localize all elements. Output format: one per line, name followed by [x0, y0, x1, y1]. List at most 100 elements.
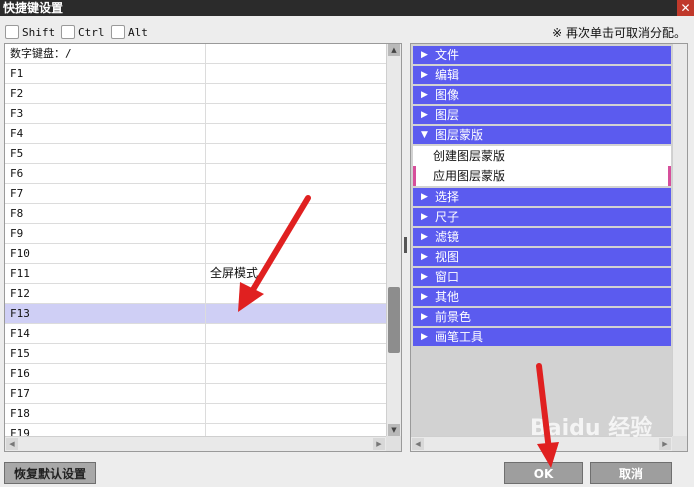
table-row[interactable]: F18 — [5, 404, 386, 424]
table-row[interactable]: F4 — [5, 124, 386, 144]
table-row[interactable]: F19 — [5, 424, 386, 436]
ctrl-label: Ctrl — [78, 25, 105, 39]
triangle-right-icon[interactable]: ▶ — [421, 288, 428, 306]
key-cell: F6 — [5, 164, 206, 183]
category-8[interactable]: ▶ 视图 — [413, 248, 671, 266]
category-12[interactable]: ▶ 画笔工具 — [413, 328, 671, 346]
category-0[interactable]: ▶ 文件 — [413, 46, 671, 64]
category-5[interactable]: ▶ 选择 — [413, 188, 671, 206]
triangle-right-icon[interactable]: ▶ — [421, 308, 428, 326]
key-cell: F11 — [5, 264, 206, 283]
tree-vscrollbar[interactable] — [672, 44, 687, 436]
triangle-right-icon[interactable]: ▶ — [421, 328, 428, 346]
table-row[interactable]: F11 全屏模式 — [5, 264, 386, 284]
table-row[interactable]: F5 — [5, 144, 386, 164]
category-7[interactable]: ▶ 滤镜 — [413, 228, 671, 246]
list-item-label: 创建图层蒙版 — [433, 149, 506, 163]
triangle-right-icon[interactable]: ▶ — [421, 248, 428, 266]
function-tree-panel: ▶ 文件 ▶ 编辑 ▶ 图像 ▶ 图层 ▼ 图层蒙版 创建图层蒙版 应用图层蒙版 ▶ 选择 ▶ 尺子 ▶ 滤镜 ▶ 视… — [410, 43, 688, 452]
shift-label: Shift — [22, 25, 56, 39]
category-label: 尺子 — [435, 210, 460, 224]
key-cell: F16 — [5, 364, 206, 383]
category-label: 选择 — [435, 190, 460, 204]
category-label: 图层 — [435, 108, 460, 122]
category-4[interactable]: ▼ 图层蒙版 — [413, 126, 671, 144]
checkbox-box[interactable] — [5, 25, 19, 39]
list-item[interactable]: 应用图层蒙版 — [413, 166, 671, 186]
triangle-right-icon[interactable]: ▶ — [421, 86, 428, 104]
function-tree: ▶ 文件 ▶ 编辑 ▶ 图像 ▶ 图层 ▼ 图层蒙版 创建图层蒙版 应用图层蒙版 ▶ 选择 ▶ 尺子 ▶ 滤镜 ▶ 视… — [411, 46, 687, 346]
key-cell: F15 — [5, 344, 206, 363]
table-row[interactable]: F15 — [5, 344, 386, 364]
table-row[interactable]: F16 — [5, 364, 386, 384]
category-label: 文件 — [435, 48, 460, 62]
key-cell: F10 — [5, 244, 206, 263]
triangle-right-icon[interactable]: ▶ — [421, 188, 428, 206]
function-cell: 全屏模式 — [210, 266, 259, 280]
category-label: 窗口 — [435, 270, 460, 284]
table-row[interactable]: 数字键盘：/ — [5, 44, 386, 64]
scroll-thumb[interactable] — [388, 287, 400, 353]
category-10[interactable]: ▶ 其他 — [413, 288, 671, 306]
scroll-corner — [672, 436, 687, 451]
table-row[interactable]: F17 — [5, 384, 386, 404]
table-row[interactable]: F8 — [5, 204, 386, 224]
table-row[interactable]: F1 — [5, 64, 386, 84]
scroll-left-icon[interactable]: ◀ — [412, 438, 424, 450]
category-2[interactable]: ▶ 图像 — [413, 86, 671, 104]
scroll-corner — [386, 436, 401, 451]
table-row[interactable]: F13 — [5, 304, 386, 324]
key-cell: F18 — [5, 404, 206, 423]
category-11[interactable]: ▶ 前景色 — [413, 308, 671, 326]
table-row[interactable]: F14 — [5, 324, 386, 344]
key-list-hscrollbar[interactable]: ◀ ▶ — [5, 436, 386, 451]
ctrl-checkbox[interactable]: Ctrl — [61, 23, 105, 41]
table-row[interactable]: F7 — [5, 184, 386, 204]
triangle-right-icon[interactable]: ▶ — [421, 268, 428, 286]
checkbox-box[interactable] — [111, 25, 125, 39]
checkbox-box[interactable] — [61, 25, 75, 39]
table-row[interactable]: F9 — [5, 224, 386, 244]
table-row[interactable]: F6 — [5, 164, 386, 184]
category-3[interactable]: ▶ 图层 — [413, 106, 671, 124]
cancel-button[interactable]: 取消 — [590, 462, 672, 484]
title-bar: 快捷键设置 ✕ — [0, 0, 694, 16]
list-item[interactable]: 创建图层蒙版 — [413, 146, 671, 166]
key-list-panel: 数字键盘：/F1 F2 F3 F4 F5 F6 F7 F8 F9 F10 F11 全屏模式 F12 F13… — [4, 43, 402, 452]
scroll-left-icon[interactable]: ◀ — [6, 438, 18, 450]
watermark: Baidu 经验 — [530, 416, 653, 441]
table-row[interactable]: F12 — [5, 284, 386, 304]
category-label: 图层蒙版 — [435, 128, 484, 142]
alt-checkbox[interactable]: Alt — [111, 23, 148, 41]
key-cell: F3 — [5, 104, 206, 123]
key-cell: F13 — [5, 304, 206, 323]
triangle-right-icon[interactable]: ▶ — [421, 106, 428, 124]
category-label: 画笔工具 — [435, 330, 484, 344]
modifier-row: Shift Ctrl Alt ※ 再次单击可取消分配。 — [0, 20, 694, 42]
table-row[interactable]: F3 — [5, 104, 386, 124]
key-cell: F19 — [5, 424, 206, 436]
triangle-right-icon[interactable]: ▶ — [421, 66, 428, 84]
shift-checkbox[interactable]: Shift — [5, 23, 55, 41]
scroll-right-icon[interactable]: ▶ — [373, 438, 385, 450]
category-6[interactable]: ▶ 尺子 — [413, 208, 671, 226]
key-cell: F2 — [5, 84, 206, 103]
ok-button[interactable]: OK — [504, 462, 583, 484]
reset-defaults-button[interactable]: 恢复默认设置 — [4, 462, 96, 484]
scroll-down-icon[interactable]: ▼ — [388, 424, 400, 436]
category-label: 其他 — [435, 290, 460, 304]
triangle-right-icon[interactable]: ▶ — [421, 208, 428, 226]
close-icon[interactable]: ✕ — [677, 0, 694, 16]
key-cell: F12 — [5, 284, 206, 303]
scroll-right-icon[interactable]: ▶ — [659, 438, 671, 450]
panel-splitter[interactable] — [404, 237, 407, 253]
table-row[interactable]: F10 — [5, 244, 386, 264]
triangle-right-icon[interactable]: ▶ — [421, 46, 428, 64]
category-9[interactable]: ▶ 窗口 — [413, 268, 671, 286]
triangle-down-icon[interactable]: ▼ — [421, 126, 428, 144]
scroll-up-icon[interactable]: ▲ — [388, 44, 400, 56]
category-1[interactable]: ▶ 编辑 — [413, 66, 671, 84]
table-row[interactable]: F2 — [5, 84, 386, 104]
key-list-vscrollbar[interactable]: ▲ ▼ — [386, 44, 401, 436]
triangle-right-icon[interactable]: ▶ — [421, 228, 428, 246]
